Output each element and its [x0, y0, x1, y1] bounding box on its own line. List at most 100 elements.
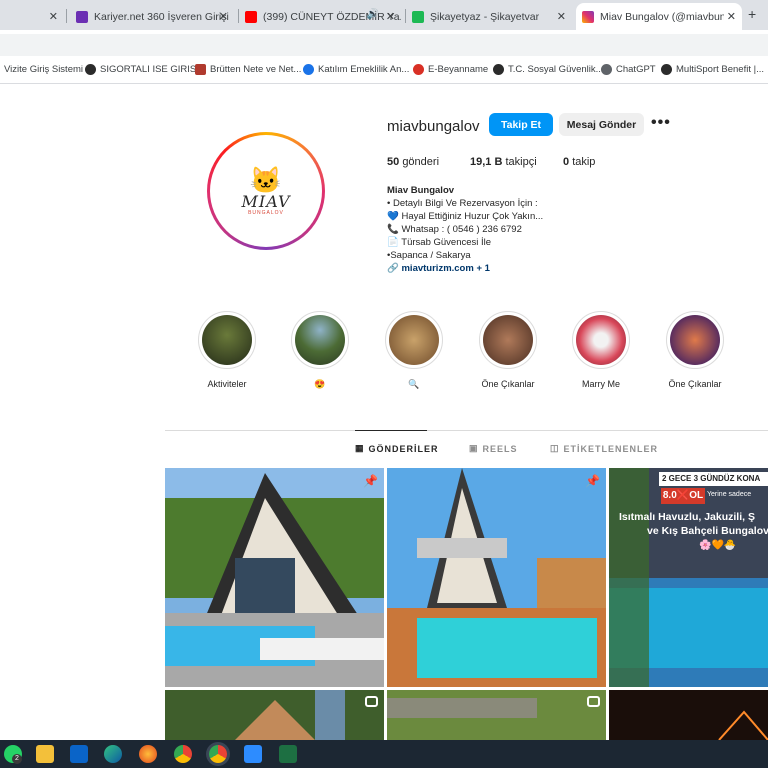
bio-line: 📞 Whatsap : ( 0546 ) 236 6792 [387, 224, 522, 235]
highlight-label: Aktiviteler [207, 379, 247, 389]
bookmark-item[interactable]: Katılım Emeklilik An... [303, 64, 409, 75]
post-image [387, 690, 606, 740]
bookmark-item[interactable]: Brütten Nete ve Net... [195, 64, 301, 75]
promo-price: 8.0❌OL [661, 488, 705, 504]
outlook-icon[interactable] [70, 745, 88, 763]
post-thumbnail[interactable] [165, 690, 384, 740]
tab-tagged[interactable]: ◫ ETİKETLENENLER [550, 443, 658, 454]
address-bar-area [0, 30, 768, 58]
tab-title: Şikayetyaz - Şikayetvar [430, 10, 540, 23]
zoom-icon[interactable] [244, 745, 262, 763]
bookmark-item[interactable]: E-Beyanname [413, 64, 488, 75]
notification-badge: 2 [12, 754, 22, 764]
close-tab-icon[interactable]: ✕ [219, 10, 228, 23]
firefox-icon[interactable] [139, 745, 157, 763]
avatar-logo: 🐱 MIAV BUNGALOV [210, 135, 322, 247]
close-tab-icon[interactable]: ✕ [557, 10, 566, 23]
tab-separator [238, 9, 239, 23]
speaker-icon[interactable]: 🔊 [367, 9, 379, 20]
excel-icon[interactable] [279, 745, 297, 763]
calculator-icon [195, 64, 206, 75]
following-count[interactable]: 0 takip [563, 156, 595, 168]
post-image [609, 690, 768, 740]
bookmark-item[interactable]: ChatGPT [601, 64, 656, 75]
browser-tab[interactable]: ✕ [0, 3, 64, 30]
bookmarks-bar: Vizite Giriş Sistemi SIGORTALI ISE GIRIS… [0, 58, 768, 84]
globe-icon [85, 64, 96, 75]
story-highlight[interactable]: 😍 [285, 311, 355, 390]
followers-count[interactable]: 19,1 B takipçi [470, 156, 537, 168]
bookmark-label: Katılım Emeklilik An... [318, 64, 410, 75]
new-tab-button[interactable]: + [748, 6, 756, 22]
message-button[interactable]: Mesaj Gönder [559, 113, 644, 136]
grid-icon: ▦ [355, 443, 365, 453]
logo-wordmark: MIAV [241, 192, 291, 211]
tab-title: Kariyer.net 360 İşveren Girişi [94, 10, 229, 23]
browser-tab-active[interactable]: Miav Bungalov (@miavbungalov ✕ [576, 3, 742, 30]
bookmark-item[interactable]: Vizite Giriş Sistemi [4, 64, 83, 75]
story-highlight[interactable]: Marry Me [566, 311, 636, 389]
highlight-label: Öne Çıkanlar [668, 379, 722, 389]
bookmark-label: SIGORTALI ISE GIRIS... [100, 64, 205, 75]
post-thumbnail[interactable] [387, 690, 606, 740]
reel-icon [587, 696, 600, 707]
promo-line-1: Isıtmalı Havuzlu, Jakuzili, Ş [619, 511, 755, 523]
bookmark-item[interactable]: MultiSport Benefit |... [661, 64, 764, 75]
file-explorer-icon[interactable] [36, 745, 54, 763]
bookmark-label: E-Beyanname [428, 64, 489, 75]
post-thumbnail[interactable]: 📌 [165, 468, 384, 687]
bookmark-label: T.C. Sosyal Güvenlik... [508, 64, 604, 75]
post-image [387, 468, 606, 687]
browser-tab-bar: ✕ Kariyer.net 360 İşveren Girişi ✕ (399)… [0, 0, 768, 30]
instagram-favicon-icon [582, 10, 594, 23]
browser-tab[interactable]: (399) CÜNEYT ÖZDEMİR Ya... 🔊 ✕ [243, 3, 401, 30]
bookmark-item[interactable]: SIGORTALI ISE GIRIS... [85, 64, 204, 75]
instagram-profile-page: 🐱 MIAV BUNGALOV miavbungalov Takip Et Me… [0, 85, 768, 740]
pinned-icon: 📌 [363, 474, 378, 488]
browser-tab[interactable]: Şikayetyaz - Şikayetvar ✕ [410, 3, 572, 30]
post-thumbnail[interactable] [609, 690, 768, 740]
profile-avatar[interactable]: 🐱 MIAV BUNGALOV [207, 132, 325, 250]
browser-tab[interactable]: Kariyer.net 360 İşveren Girişi ✕ [72, 3, 234, 30]
promo-line-2: ve Kış Bahçeli Bungalov Ö [647, 525, 768, 537]
tab-reels[interactable]: ▣ REELS [469, 443, 518, 454]
edge-icon[interactable] [104, 745, 122, 763]
address-bar[interactable] [0, 34, 768, 56]
story-highlight[interactable]: Öne Çıkanlar [660, 311, 730, 389]
post-thumbnail[interactable]: 📌 [387, 468, 606, 687]
tab-label: ETİKETLENENLER [563, 443, 659, 454]
chrome-icon[interactable] [174, 745, 192, 763]
post-image [165, 468, 384, 687]
tab-posts[interactable]: ▦ GÖNDERİLER [355, 443, 439, 454]
sikayetvar-favicon-icon [412, 10, 424, 23]
chrome-active-icon[interactable] [209, 745, 227, 763]
close-tab-icon[interactable]: ✕ [386, 10, 395, 23]
highlight-cover [389, 315, 439, 365]
close-tab-icon[interactable]: ✕ [727, 10, 736, 23]
logo-subtext: BUNGALOV [248, 210, 284, 216]
bookmark-label: MultiSport Benefit |... [676, 64, 765, 75]
highlight-cover [202, 315, 252, 365]
bookmark-label: Brütten Nete ve Net... [210, 64, 302, 75]
highlight-cover [295, 315, 345, 365]
chatgpt-icon [601, 64, 612, 75]
bio-link-text[interactable]: miavturizm.com + 1 [401, 263, 489, 274]
bio-line: 💙 Hayal Ettiğiniz Huzur Çok Yakın... [387, 211, 544, 222]
follow-button[interactable]: Takip Et [489, 113, 553, 136]
story-highlight[interactable]: 🔍 [379, 311, 449, 390]
katilim-icon [303, 64, 314, 75]
post-image [165, 690, 384, 740]
post-thumbnail[interactable]: 2 GECE 3 GÜNDÜZ KONA 8.0❌OL Yerine sadec… [609, 468, 768, 687]
bio-link[interactable]: 🔗 miavturizm.com + 1 [387, 262, 543, 275]
story-highlight[interactable]: Aktiviteler [192, 311, 262, 389]
bookmark-item[interactable]: T.C. Sosyal Güvenlik... [493, 64, 604, 75]
tagged-icon: ◫ [550, 443, 560, 453]
close-tab-icon[interactable]: ✕ [49, 10, 58, 23]
pinned-icon: 📌 [585, 474, 600, 488]
highlight-label: 😍 [314, 379, 326, 389]
story-highlight[interactable]: Öne Çıkanlar [473, 311, 543, 389]
highlight-label: Marry Me [582, 379, 620, 389]
tab-separator [405, 9, 406, 23]
more-options-icon[interactable]: ••• [651, 114, 671, 132]
bookmark-label: ChatGPT [616, 64, 656, 75]
